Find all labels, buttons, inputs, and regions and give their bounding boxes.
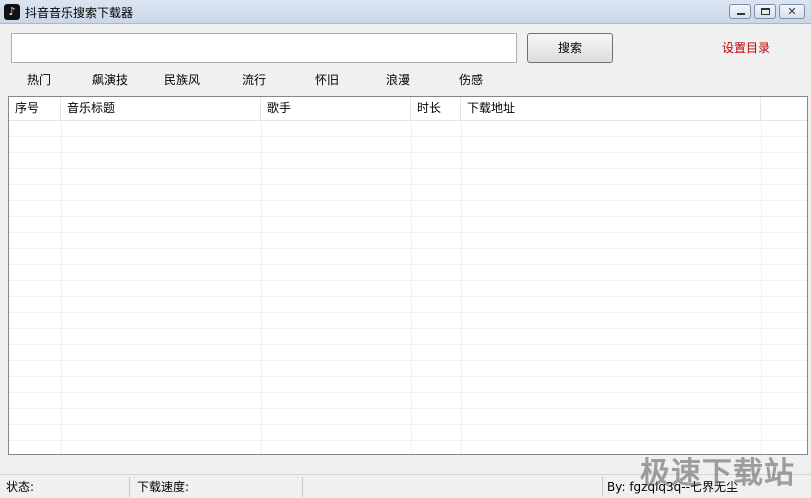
table-body xyxy=(9,121,807,454)
status-download-speed: 下载速度: xyxy=(133,477,303,497)
tab-sad[interactable]: 伤感 xyxy=(459,71,483,88)
column-divider xyxy=(761,121,762,454)
column-header-title[interactable]: 音乐标题 xyxy=(61,97,261,120)
column-header-duration[interactable]: 时长 xyxy=(411,97,461,120)
tab-nostalgic[interactable]: 怀旧 xyxy=(315,71,339,88)
tab-pop[interactable]: 流行 xyxy=(242,71,266,88)
results-table[interactable]: 序号 音乐标题 歌手 时长 下载地址 xyxy=(8,96,808,455)
category-tabs: 热门 飙演技 民族风 流行 怀旧 浪漫 伤感 xyxy=(0,71,811,89)
column-header-download-url[interactable]: 下载地址 xyxy=(461,97,761,120)
close-button[interactable]: ✕ xyxy=(779,4,805,19)
table-header: 序号 音乐标题 歌手 时长 下载地址 xyxy=(9,97,807,121)
minimize-button[interactable] xyxy=(729,4,751,19)
status-state: 状态: xyxy=(2,477,130,497)
search-input[interactable] xyxy=(11,33,517,63)
maximize-button[interactable] xyxy=(754,4,776,19)
maximize-icon xyxy=(761,8,770,15)
window-title: 抖音音乐搜索下载器 xyxy=(25,6,134,20)
column-divider xyxy=(461,121,462,454)
search-button[interactable]: 搜索 xyxy=(527,33,613,63)
music-note-icon: ♪ xyxy=(4,4,20,20)
column-header-artist[interactable]: 歌手 xyxy=(261,97,411,120)
status-empty-panel xyxy=(303,477,603,497)
tab-hot[interactable]: 热门 xyxy=(27,71,51,88)
minimize-icon xyxy=(737,13,745,15)
title-bar: ♪ 抖音音乐搜索下载器 ✕ xyxy=(0,0,811,24)
tab-romantic[interactable]: 浪漫 xyxy=(386,71,410,88)
column-divider xyxy=(261,121,262,454)
column-divider xyxy=(61,121,62,454)
column-header-index[interactable]: 序号 xyxy=(9,97,61,120)
settings-directory-link[interactable]: 设置目录 xyxy=(722,39,770,56)
column-divider xyxy=(411,121,412,454)
tab-acting[interactable]: 飙演技 xyxy=(92,71,128,88)
window-controls: ✕ xyxy=(729,4,805,19)
tab-ethnic[interactable]: 民族风 xyxy=(164,71,200,88)
close-icon: ✕ xyxy=(787,5,797,18)
watermark-logo: 极速下载站 xyxy=(640,456,795,491)
